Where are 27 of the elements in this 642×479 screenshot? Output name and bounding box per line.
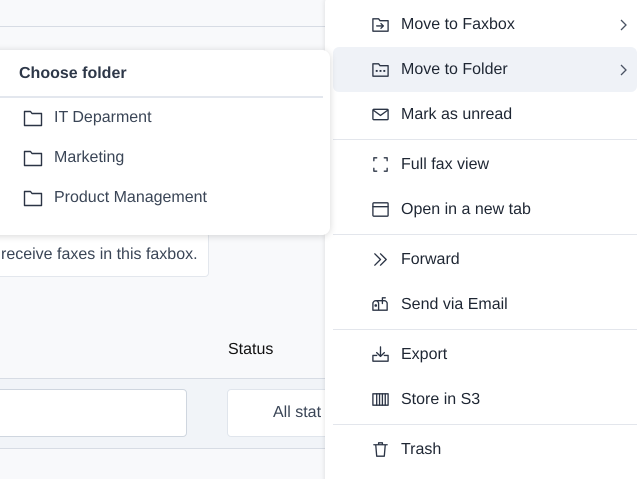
folder-icon <box>23 149 43 167</box>
chevron-right-icon <box>618 62 628 78</box>
menu-item[interactable]: Move to Folder <box>333 47 637 92</box>
menu-item[interactable]: Forward <box>333 237 637 282</box>
menu-item[interactable]: Open in a new tab <box>333 187 637 232</box>
menu-item[interactable]: Move to Faxbox <box>333 2 637 47</box>
filter-label: Status <box>228 341 274 359</box>
folder-item[interactable]: IT Deparment <box>0 98 330 138</box>
folder-icon <box>23 189 43 207</box>
folder-item[interactable]: Marketing <box>0 138 330 178</box>
search-field[interactable] <box>0 389 187 437</box>
fullscreen-icon <box>371 155 390 174</box>
folder-menu-title: Choose folder <box>18 64 128 84</box>
menu-item[interactable]: Export <box>333 332 637 377</box>
menu-item[interactable]: Send via Email <box>333 282 637 327</box>
folder-item[interactable]: Product Management <box>0 178 330 218</box>
download-icon <box>371 345 390 364</box>
mailbox-icon <box>371 295 390 314</box>
folder-icon <box>371 60 390 79</box>
window-icon <box>371 200 390 219</box>
trash-icon <box>371 440 390 459</box>
folder-icon <box>23 109 43 127</box>
notice-text: receive faxes in this faxbox. <box>1 246 198 263</box>
double-chevron-icon <box>371 250 390 269</box>
chevron-right-icon <box>618 16 628 32</box>
menu-item[interactable]: Mark as unread <box>333 92 637 137</box>
menu-item[interactable]: Full fax view <box>333 142 637 187</box>
